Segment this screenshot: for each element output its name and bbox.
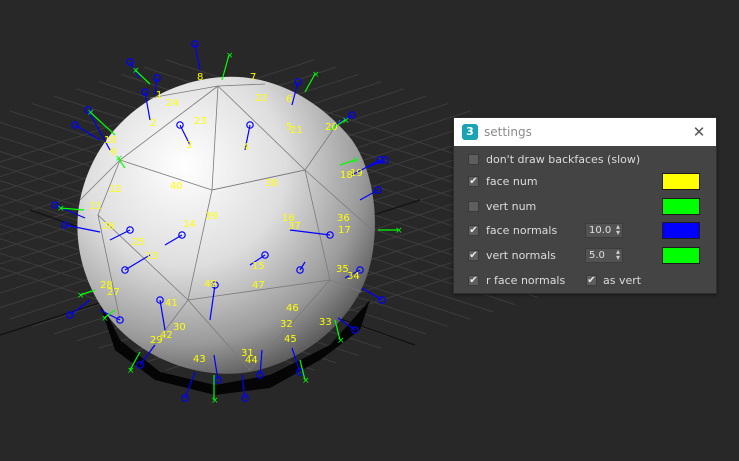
face-number-label: 32	[280, 319, 293, 330]
row-face-normals: ✔ face normals 10.0 ▴ ▾	[468, 222, 704, 240]
face-normal-line	[194, 43, 201, 71]
vertex-normal-tip: ×	[127, 366, 135, 376]
face-num-label: face num	[486, 175, 538, 188]
face-num-checkbox[interactable]: ✔	[468, 176, 479, 187]
spinner-arrows-icon[interactable]: ▴ ▾	[616, 223, 620, 237]
vertex-normal-tip: ×	[395, 226, 403, 236]
face-number-label: 3	[186, 140, 192, 151]
vertex-normal-tip: ×	[226, 51, 234, 61]
face-normals-color-swatch[interactable]	[662, 222, 700, 239]
face-number-label: 30	[173, 322, 186, 333]
vert-normals-color-swatch[interactable]	[662, 247, 700, 264]
face-normal-line	[74, 124, 101, 141]
row-face-num: ✔ face num	[468, 173, 704, 191]
vertex-normal-tip: ×	[57, 204, 65, 214]
face-number-label: 9	[110, 147, 116, 158]
face-normals-spinner[interactable]: 10.0 ▴ ▾	[585, 223, 623, 238]
face-number-label: 20	[325, 122, 338, 133]
face-num-color-swatch[interactable]	[662, 173, 700, 190]
face-number-label: 47	[252, 280, 265, 291]
dont-draw-backfaces-label: don't draw backfaces (slow)	[486, 153, 641, 166]
face-normals-checkbox[interactable]: ✔	[468, 225, 479, 236]
face-number-label: 19	[350, 168, 363, 179]
face-number-label: 22	[255, 93, 268, 104]
face-normals-label: face normals	[486, 224, 558, 237]
app-logo-icon: 3	[462, 124, 478, 140]
row-vert-normals: ✔ vert normals 5.0 ▴ ▾	[468, 247, 704, 265]
close-icon[interactable]: ✕	[690, 123, 708, 141]
vertex-normal-tip: ×	[87, 108, 95, 118]
face-number-label: 33	[319, 317, 332, 328]
face-number-label: 41	[165, 298, 178, 309]
face-number-label: 38	[265, 178, 278, 189]
face-number-label: 6	[286, 94, 292, 105]
face-number-label: 42	[160, 330, 173, 341]
vertex-normal-tip: ×	[337, 336, 345, 346]
face-number-label: 12	[109, 184, 122, 195]
face-number-label: 1	[156, 90, 162, 101]
vert-normals-label: vert normals	[486, 249, 556, 262]
face-number-label: 4	[243, 142, 249, 153]
face-number-label: 24	[166, 98, 179, 109]
face-number-label: 44	[245, 355, 258, 366]
face-number-label: 34	[347, 271, 360, 282]
face-number-label: 21	[290, 125, 303, 136]
face-number-label: 23	[194, 116, 207, 127]
face-number-label: 28	[100, 280, 113, 291]
dialog-titlebar[interactable]: 3 settings ✕	[454, 118, 716, 146]
face-number-label: 11	[89, 201, 102, 212]
vert-num-color-swatch[interactable]	[662, 198, 700, 215]
face-number-label: 39	[205, 211, 218, 222]
face-number-label: 46	[286, 303, 299, 314]
vert-normals-spinner[interactable]: 5.0 ▴ ▾	[585, 248, 623, 263]
face-number-label: 15	[252, 261, 265, 272]
vert-num-label: vert num	[486, 200, 537, 213]
dialog-title: settings	[484, 125, 532, 139]
settings-dialog: 3 settings ✕ don't draw backfaces (slow)…	[453, 117, 717, 294]
face-number-label: 14	[183, 219, 196, 230]
spinner-arrows-icon[interactable]: ▴ ▾	[616, 248, 620, 262]
vertex-normal-tip: ×	[101, 314, 109, 324]
vertex-normal-tip: ×	[342, 116, 350, 126]
vertex-normal-tip: ×	[211, 396, 219, 406]
face-number-label: 17	[338, 225, 351, 236]
row-dont-draw-backfaces: don't draw backfaces (slow)	[468, 151, 704, 169]
face-number-label: 43	[193, 354, 206, 365]
row-vert-num: vert num	[468, 198, 704, 216]
vertex-normal-tip: ×	[77, 291, 85, 301]
r-face-normals-checkbox[interactable]: ✔	[468, 275, 479, 286]
vertex-normal-tip: ×	[312, 70, 320, 80]
face-number-label: 10	[104, 135, 117, 146]
row-r-face-normals: ✔ r face normals ✔ as vert	[468, 272, 704, 290]
face-number-label: 36	[337, 213, 350, 224]
face-number-label: 48	[204, 279, 217, 290]
face-number-label: 37	[288, 221, 301, 232]
vertex-normal-tip: ×	[132, 66, 140, 76]
face-number-label: 45	[284, 334, 297, 345]
face-number-label: 25	[132, 237, 145, 248]
face-number-label: 2	[150, 118, 156, 129]
as-vert-checkbox[interactable]: ✔	[586, 275, 597, 286]
vert-normals-checkbox[interactable]: ✔	[468, 250, 479, 261]
vert-normals-value: 5.0	[589, 250, 605, 261]
face-normals-value: 10.0	[589, 225, 612, 236]
face-number-label: 13	[145, 251, 158, 262]
r-face-normals-label: r face normals	[486, 274, 566, 287]
face-number-label: 8	[197, 72, 203, 83]
vertex-normal-tip: ×	[352, 156, 360, 166]
dont-draw-backfaces-checkbox[interactable]	[468, 154, 479, 165]
face-number-label: 7	[250, 72, 256, 83]
face-number-label: 26	[102, 221, 115, 232]
vertex-normal-tip: ×	[302, 376, 310, 386]
vert-num-checkbox[interactable]	[468, 201, 479, 212]
face-number-label: 35	[336, 264, 349, 275]
as-vert-label: as vert	[603, 274, 642, 287]
face-number-label: 40	[170, 181, 183, 192]
